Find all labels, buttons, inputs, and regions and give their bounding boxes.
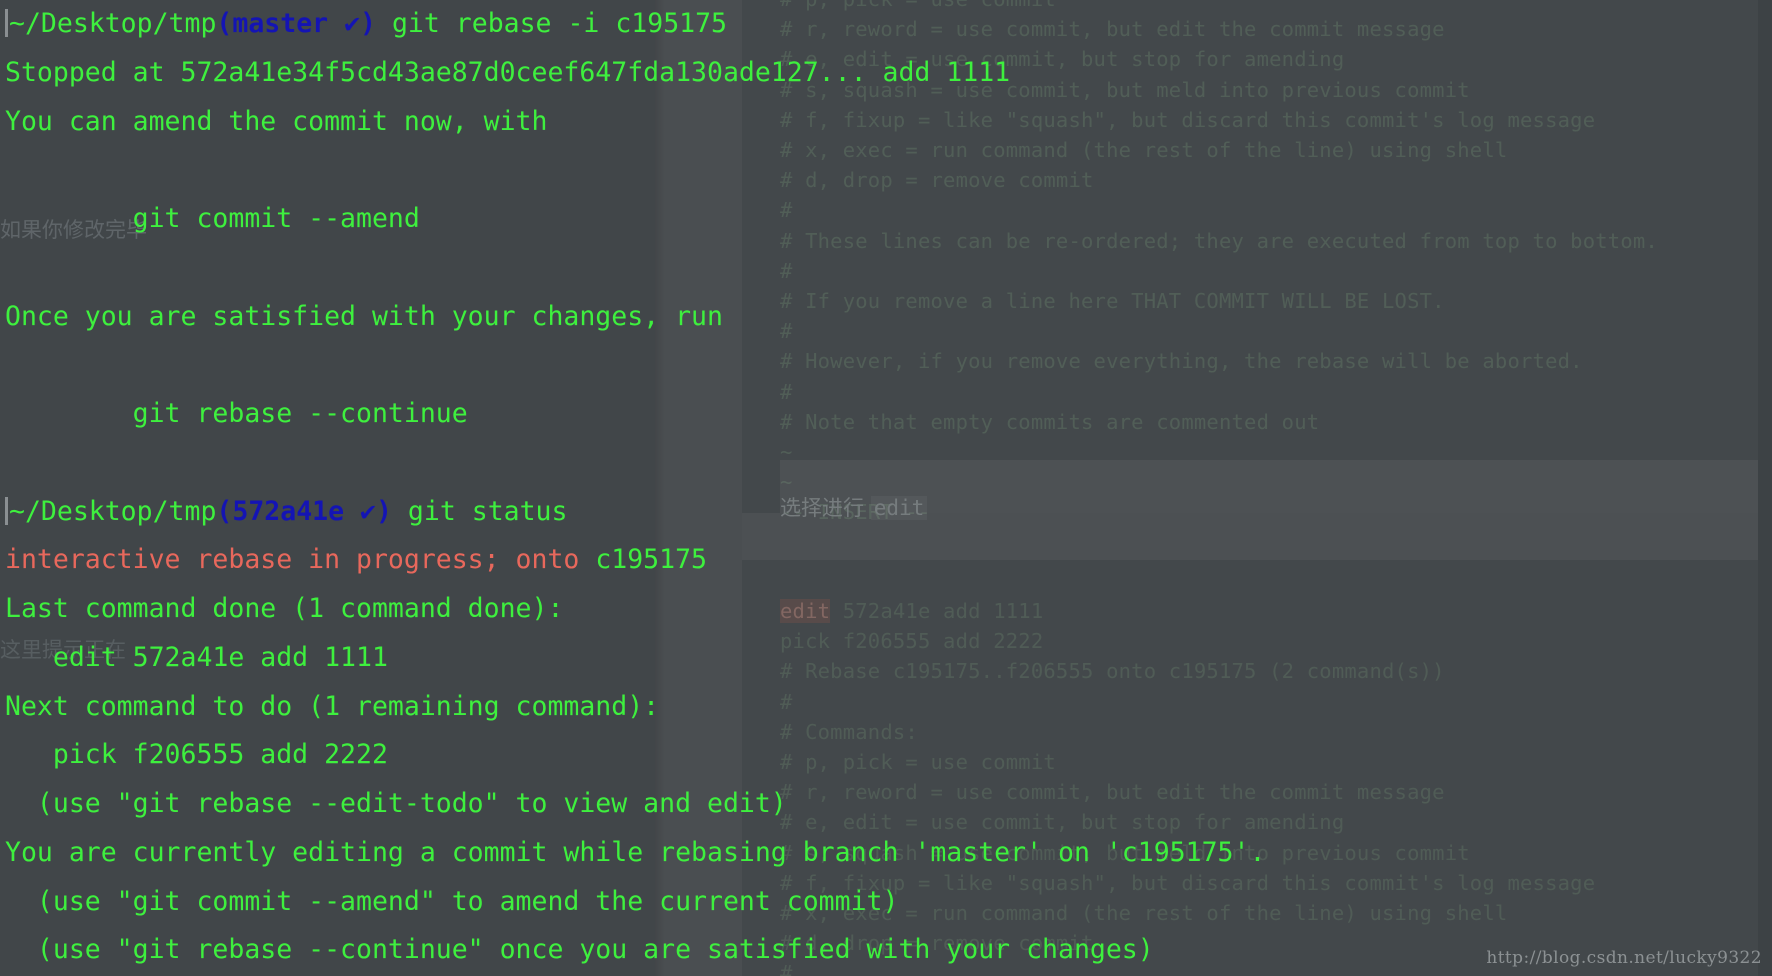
terminal-line: interactive rebase in progress; onto c19… (5, 536, 1772, 585)
terminal-span: git rebase --continue (5, 398, 468, 429)
terminal-span: ~/Desktop/tmp (9, 8, 217, 39)
watermark-url: http://blog.csdn.net/lucky9322 (1486, 948, 1762, 968)
terminal-line: Stopped at 572a41e34f5cd43ae87d0ceef647f… (5, 49, 1772, 98)
terminal-span: ) (360, 8, 377, 39)
terminal-span: You can amend the commit now, with (5, 105, 548, 137)
terminal-span: (use "git rebase --continue" once you ar… (5, 934, 1154, 966)
terminal-span: git rebase -i c195175 (376, 8, 728, 39)
cursor-icon (5, 496, 8, 525)
terminal-line: edit 572a41e add 1111 (5, 634, 1772, 683)
terminal-line: git commit --amend (5, 195, 1772, 244)
terminal-span: Last command done (1 command done): (5, 593, 564, 624)
terminal-output[interactable]: ~/Desktop/tmp(master ✔) git rebase -i c1… (5, 0, 1772, 976)
terminal-span: git status (391, 495, 568, 527)
terminal-span: ✔ (344, 495, 376, 527)
terminal-line: Once you are satisfied with your changes… (5, 293, 1772, 342)
terminal-line: Next command to do (1 remaining command)… (5, 683, 1772, 732)
terminal-span: ✔ (328, 8, 361, 39)
terminal-span: ( (216, 495, 233, 527)
terminal-line: ~/Desktop/tmp(572a41e ✔) git status (5, 488, 1772, 537)
terminal-line: pick f206555 add 2222 (5, 731, 1772, 780)
terminal-line: Last command done (1 command done): (5, 585, 1772, 634)
terminal-span: ~/Desktop/tmp (9, 495, 217, 527)
terminal-span: 572a41e (232, 495, 345, 527)
terminal-line: You can amend the commit now, with (5, 98, 1772, 147)
terminal-line: (use "git rebase --edit-todo" to view an… (5, 780, 1772, 829)
terminal-span: git commit --amend (5, 203, 420, 234)
terminal-span: Next command to do (1 remaining command)… (5, 690, 660, 722)
cursor-icon (5, 9, 8, 37)
terminal-span: (use "git commit --amend" to amend the c… (5, 885, 899, 917)
terminal-span: ) (376, 495, 392, 527)
terminal-line: ~/Desktop/tmp(master ✔) git rebase -i c1… (5, 0, 1772, 49)
terminal-span: Once you are satisfied with your changes… (5, 300, 723, 332)
terminal-span: ( (216, 8, 233, 39)
terminal-line: git rebase --continue (5, 390, 1772, 439)
terminal-span: pick f206555 add 2222 (5, 739, 388, 771)
terminal-line: (use "git commit --amend" to amend the c… (5, 878, 1772, 927)
terminal-span: Stopped at 572a41e34f5cd43ae87d0ceef647f… (5, 56, 1011, 88)
terminal-span: master (232, 8, 329, 39)
terminal-span: interactive rebase in progress; onto (5, 544, 596, 576)
terminal-span: You are currently editing a commit while… (5, 836, 1266, 868)
terminal-span: c195175 (595, 544, 707, 576)
terminal-line: You are currently editing a commit while… (5, 829, 1772, 878)
terminal-span: edit 572a41e add 1111 (5, 641, 388, 673)
terminal-span: (use "git rebase --edit-todo" to view an… (5, 788, 787, 819)
terminal-screenshot: # p, pick = use commit# r, reword = use … (0, 0, 1772, 976)
